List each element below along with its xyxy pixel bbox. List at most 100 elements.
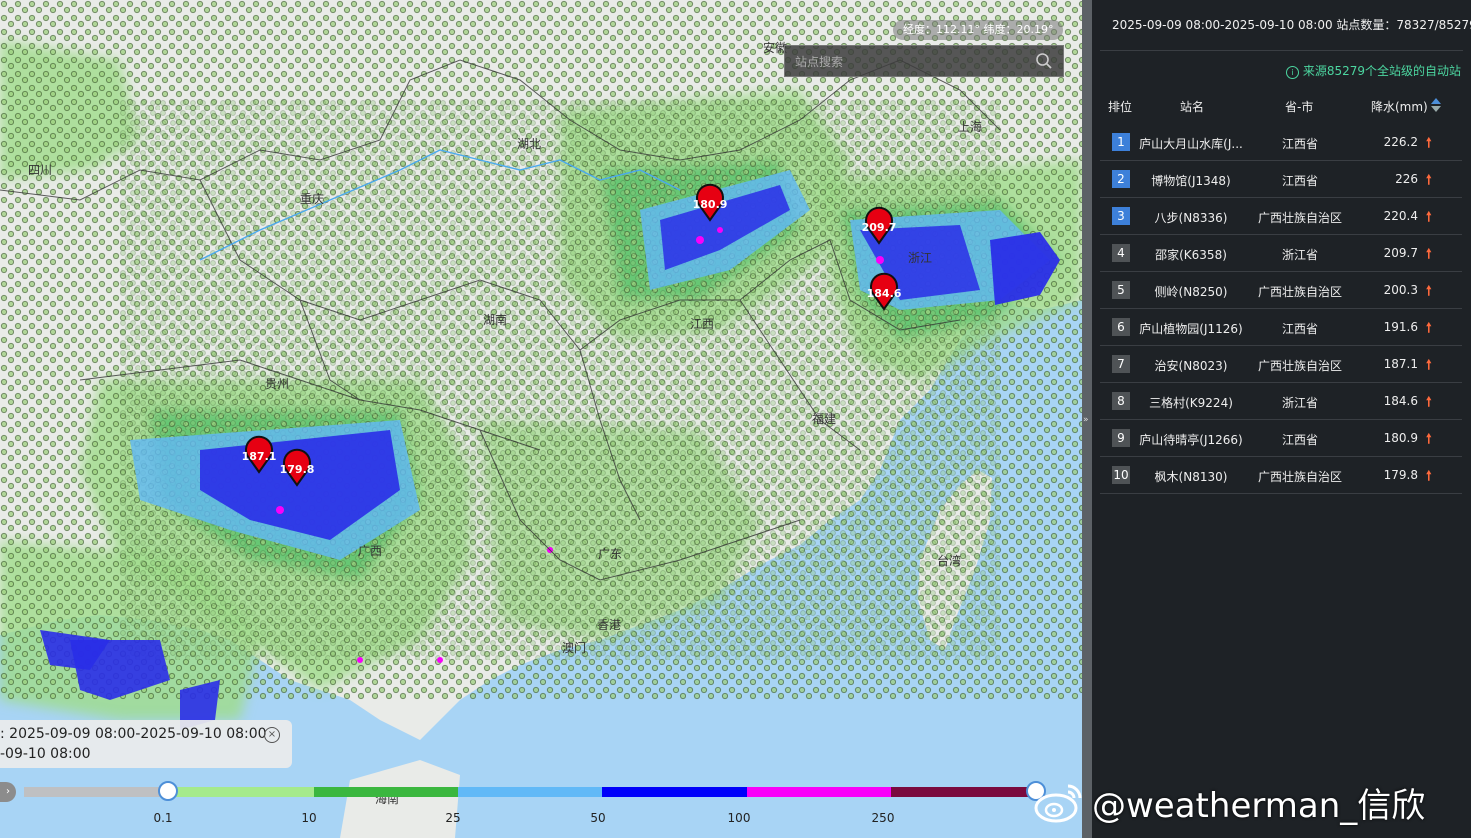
rainfall-value: 184.6 xyxy=(1383,394,1418,408)
station-name[interactable]: 庐山大月山水库(J... xyxy=(1130,135,1252,152)
rainfall-value: 179.8 xyxy=(1383,468,1418,482)
province-name: 浙江省 xyxy=(1281,396,1318,410)
time-range-line2: -09-10 08:00 xyxy=(0,746,91,762)
rank-badge: 7 xyxy=(1112,355,1130,373)
marker-value: 187.1 xyxy=(242,450,277,463)
label-hongkong: 香港 xyxy=(597,618,621,632)
source-text: 来源85279个全站级的自动站 xyxy=(1302,64,1461,78)
station-search[interactable] xyxy=(784,45,1064,77)
province-name: 广西壮族自治区 xyxy=(1257,211,1342,225)
station-name[interactable]: 博物馆(J1348) xyxy=(1130,172,1252,189)
table-row[interactable]: 10 枫木(N8130) 广西壮族自治区 179.8 🠕 xyxy=(1100,457,1462,494)
up-arrow-icon: 🠕 xyxy=(1426,210,1432,225)
rank-badge: 8 xyxy=(1112,392,1130,410)
up-arrow-icon: 🠕 xyxy=(1426,173,1432,188)
rank-badge: 9 xyxy=(1112,429,1130,447)
ranking-panel: 2025-09-09 08:00-2025-09-10 08:00 站点数量：7… xyxy=(1092,0,1471,838)
close-icon[interactable]: × xyxy=(264,727,280,743)
province-name: 广西壮族自治区 xyxy=(1257,285,1342,299)
legend-tick-label: 100 xyxy=(727,811,751,825)
panel-collapse-handle[interactable]: » xyxy=(1082,0,1092,838)
search-icon[interactable] xyxy=(1035,52,1053,70)
province-name: 浙江省 xyxy=(1281,248,1318,262)
rank-badge: 10 xyxy=(1112,466,1130,484)
province-name: 广西壮族自治区 xyxy=(1257,359,1342,373)
rank-badge: 5 xyxy=(1112,281,1130,299)
label-shanghai: 上海 xyxy=(958,119,982,134)
up-arrow-icon: 🠕 xyxy=(1426,469,1432,484)
rainfall-value: 209.7 xyxy=(1383,246,1418,260)
table-row[interactable]: 7 治安(N8023) 广西壮族自治区 187.1 🠕 xyxy=(1100,346,1462,383)
legend-tick-label: 0.1 xyxy=(153,811,173,825)
station-name[interactable]: 庐山植物园(J1126) xyxy=(1130,320,1252,337)
province-name: 江西省 xyxy=(1281,433,1318,447)
up-arrow-icon: 🠕 xyxy=(1426,395,1432,410)
watermark-text: @weatherman_信欣 xyxy=(1092,785,1426,826)
table-row[interactable]: 2 博物馆(J1348) 江西省 226 🠕 xyxy=(1100,161,1462,198)
label-guangdong: 广东 xyxy=(598,547,622,561)
label-macau: 澳门 xyxy=(562,640,586,655)
label-guangxi: 广西 xyxy=(358,544,382,558)
panel-header: 2025-09-09 08:00-2025-09-10 08:00 站点数量：7… xyxy=(1112,18,1471,32)
up-arrow-icon: 🠕 xyxy=(1426,321,1432,336)
table-row[interactable]: 3 八步(N8336) 广西壮族自治区 220.4 🠕 xyxy=(1100,198,1462,235)
info-icon: i xyxy=(1285,66,1299,79)
legend-min-handle[interactable] xyxy=(158,781,178,801)
table-row[interactable]: 1 庐山大月山水库(J... 江西省 226.2 🠕 xyxy=(1100,124,1462,161)
legend-swatch xyxy=(602,787,747,797)
sort-icon[interactable] xyxy=(1430,97,1442,113)
column-header-rank: 排位 xyxy=(1108,100,1133,114)
up-arrow-icon: 🠕 xyxy=(1426,247,1432,262)
rank-badge: 4 xyxy=(1112,244,1130,262)
label-guizhou: 贵州 xyxy=(265,377,289,391)
rank-badge: 6 xyxy=(1112,318,1130,336)
table-row[interactable]: 4 邵家(K6358) 浙江省 209.7 🠕 xyxy=(1100,235,1462,272)
column-header-value[interactable]: 降水(mm) xyxy=(1371,98,1428,115)
column-header-province: 省-市 xyxy=(1285,100,1314,114)
station-name[interactable]: 八步(N8336) xyxy=(1130,209,1252,226)
rainfall-value: 226.2 xyxy=(1383,135,1418,149)
rainfall-value: 191.6 xyxy=(1383,320,1418,334)
map-canvas[interactable]: 四川 重庆 湖北 安徽 上海 浙江 江西 湖南 贵州 福建 广西 广东 台湾 香… xyxy=(0,0,1082,838)
table-row[interactable]: 5 侧岭(N8250) 广西壮族自治区 200.3 🠕 xyxy=(1100,272,1462,309)
legend-swatch xyxy=(24,787,168,797)
watermark: @weatherman_信欣 xyxy=(1032,778,1425,826)
double-chevron-icon: » xyxy=(1083,415,1089,425)
legend-swatch xyxy=(747,787,891,797)
time-range-box: : 2025-09-09 08:00-2025-09-10 08:00 -09-… xyxy=(0,720,292,768)
marker-value: 209.7 xyxy=(862,221,897,234)
rainfall-value: 180.9 xyxy=(1383,431,1418,445)
station-name[interactable]: 侧岭(N8250) xyxy=(1130,283,1252,300)
rainfall-value: 226 xyxy=(1395,172,1418,186)
table-row[interactable]: 6 庐山植物园(J1126) 江西省 191.6 🠕 xyxy=(1100,309,1462,346)
label-zhejiang: 浙江 xyxy=(908,251,932,265)
station-name[interactable]: 治安(N8023) xyxy=(1130,357,1252,374)
divider xyxy=(1100,50,1463,51)
label-jiangxi: 江西 xyxy=(690,317,714,331)
marker-value: 180.9 xyxy=(693,198,728,211)
data-source-note: i 来源85279个全站级的自动站 xyxy=(1285,62,1461,79)
search-input[interactable] xyxy=(793,52,1027,72)
station-name[interactable]: 邵家(K6358) xyxy=(1130,246,1252,263)
rainfall-value: 220.4 xyxy=(1383,209,1418,223)
up-arrow-icon: 🠕 xyxy=(1426,432,1432,447)
province-name: 江西省 xyxy=(1281,137,1318,151)
station-name[interactable]: 枫木(N8130) xyxy=(1130,468,1252,485)
label-taiwan: 台湾 xyxy=(937,553,961,568)
legend-tick-label: 50 xyxy=(590,811,606,825)
label-hunan: 湖南 xyxy=(483,312,507,327)
station-name[interactable]: 庐山待晴亭(J1266) xyxy=(1130,431,1252,448)
station-dots-dense xyxy=(120,100,1000,660)
ranking-table: 1 庐山大月山水库(J... 江西省 226.2 🠕 2 博物馆(J1348) 江西省 226 🠕… xyxy=(1100,124,1462,494)
rainfall-map[interactable]: 四川 重庆 湖北 安徽 上海 浙江 江西 湖南 贵州 福建 广西 广东 台湾 香… xyxy=(0,0,1082,838)
column-header-name: 站名 xyxy=(1180,100,1205,114)
rainfall-value: 187.1 xyxy=(1383,357,1418,371)
weibo-logo-icon xyxy=(1034,784,1082,823)
table-row[interactable]: 9 庐山待晴亭(J1266) 江西省 180.9 🠕 xyxy=(1100,420,1462,457)
table-row[interactable]: 8 三格村(K9224) 浙江省 184.6 🠕 xyxy=(1100,383,1462,420)
station-name[interactable]: 三格村(K9224) xyxy=(1130,394,1252,411)
time-range-line1: : 2025-09-09 08:00-2025-09-10 08:00 xyxy=(0,726,267,742)
label-fujian: 福建 xyxy=(812,411,836,426)
legend-tick-label: 250 xyxy=(871,811,895,825)
legend-tick-label: 10 xyxy=(301,811,317,825)
